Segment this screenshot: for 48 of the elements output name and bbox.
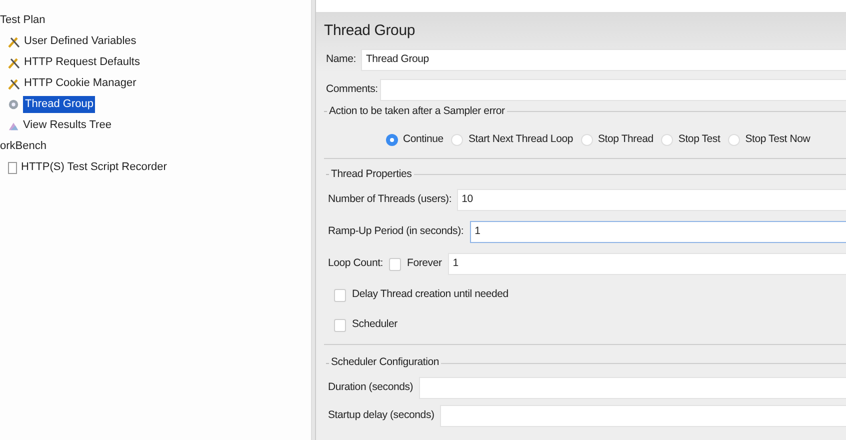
input-field[interactable] [440, 405, 846, 427]
tree-item[interactable]: Thread Group [23, 96, 96, 113]
group-legend: Scheduler Configuration [329, 355, 442, 371]
tree-item[interactable]: HTTP Request Defaults [24, 54, 140, 71]
checkbox[interactable] [334, 288, 346, 302]
checkbox[interactable] [334, 318, 346, 332]
radio-button[interactable] [386, 134, 398, 146]
group-legend: Action to be taken after a Sampler error [327, 104, 507, 120]
chart-icon [8, 120, 19, 131]
checkbox-label: Delay Thread creation until needed [352, 287, 508, 302]
field-label: Duration (seconds) [328, 380, 414, 396]
field-label: Name: [326, 52, 356, 68]
tree-item[interactable]: View Results Tree [23, 117, 112, 134]
radio-button[interactable] [581, 134, 593, 146]
input-field[interactable]: 1 [448, 253, 846, 276]
radio-label: Start Next Thread Loop [468, 132, 573, 147]
radio-label: Stop Test [678, 132, 720, 147]
wrench-icon [8, 36, 20, 48]
input-field[interactable] [419, 377, 846, 399]
wrench-icon [8, 56, 20, 68]
tree-item[interactable]: User Defined Variables [24, 33, 136, 50]
radio-button[interactable] [451, 134, 464, 146]
field-label: Startup delay (seconds) [328, 408, 434, 424]
checkbox-label: Forever [407, 256, 442, 272]
wrench-icon [8, 78, 20, 90]
tree-item[interactable]: orkBench [0, 138, 46, 155]
panel-title: Thread Group [324, 21, 416, 41]
input-field[interactable]: Thread Group [360, 49, 846, 71]
radio-label: Stop Test Now [745, 132, 810, 147]
tree-item[interactable]: HTTP Cookie Manager [24, 75, 136, 92]
tree-item[interactable]: HTTP(S) Test Script Recorder [21, 159, 167, 176]
checkbox[interactable] [389, 258, 402, 271]
tree-item[interactable]: Test Plan [0, 12, 46, 29]
field-label: Comments: [326, 82, 378, 98]
field-label: Number of Threads (users): [328, 192, 452, 208]
gear-icon [8, 99, 19, 110]
field-label: Ramp-Up Period (in seconds): [328, 224, 464, 240]
document-icon [8, 162, 17, 174]
radio-label: Stop Thread [598, 132, 654, 147]
radio-button[interactable] [661, 134, 674, 146]
group-legend: Thread Properties [329, 166, 414, 182]
field-label: Loop Count: [328, 256, 384, 272]
checkbox-label: Scheduler [352, 317, 398, 332]
input-field[interactable] [380, 79, 846, 101]
radio-label: Continue [403, 132, 444, 147]
input-field[interactable]: 1 [470, 221, 846, 244]
radio-button[interactable] [728, 134, 740, 146]
input-field[interactable]: 10 [456, 189, 846, 212]
